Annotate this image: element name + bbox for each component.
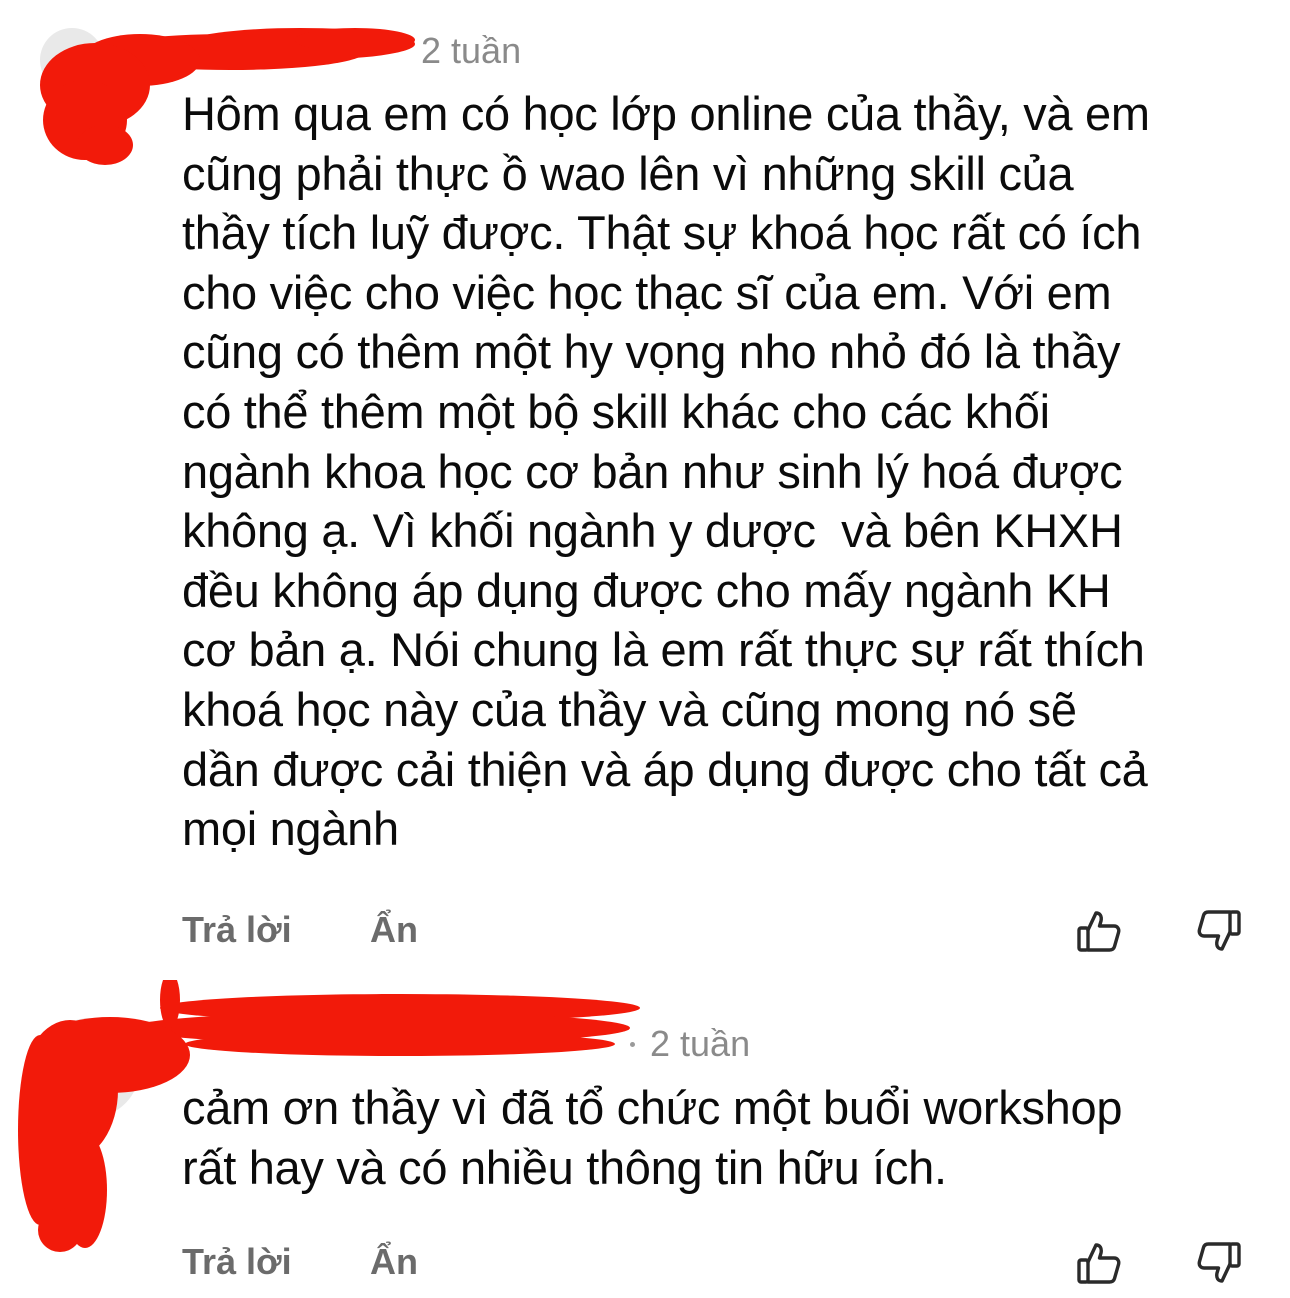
comment-actions: Trả lời Ẩn (0, 1237, 1290, 1287)
comment: 2 tuần Hôm qua em có học lớp online của … (0, 0, 1290, 980)
comment-text-line: cơ bản ạ. Nói chung là em rất thực sự rấ… (182, 623, 1145, 677)
dislike-button[interactable] (1195, 1239, 1243, 1287)
separator-dot (630, 1042, 635, 1047)
dislike-button[interactable] (1195, 907, 1243, 955)
like-button[interactable] (1075, 1239, 1123, 1287)
timestamp: 2 tuần (421, 30, 522, 71)
comment-text-line: cũng có thêm một hy vọng nho nhỏ đó là t… (182, 325, 1121, 379)
comment-text-line: thầy tích luỹ được. Thật sự khoá học rất… (182, 206, 1142, 260)
like-button[interactable] (1075, 907, 1123, 955)
comment-text-line: không ạ. Vì khối ngành y dược và bên KHX… (182, 504, 1123, 558)
thumbs-down-icon (1197, 1242, 1241, 1283)
comment-text-line: đều không áp dụng được cho mấy ngành KH (182, 563, 1111, 617)
comment-text-line: cũng phải thực ồ wao lên vì những skill … (182, 146, 1074, 200)
thumbs-up-icon (1077, 911, 1121, 952)
comment-text-line: mọi ngành (182, 802, 399, 856)
comment-text-line: dần được cải thiện và áp dụng được cho t… (182, 742, 1148, 796)
comment: 2 tuần cảm ơn thầy vì đã tổ chức một buổ… (0, 980, 1290, 1298)
reply-button[interactable]: Trả lời (182, 905, 292, 955)
comment-text-line: có thể thêm một bộ skill khác cho các kh… (182, 384, 1050, 438)
hide-button[interactable]: Ẩn (370, 1237, 418, 1287)
thumbs-up-icon (1077, 1243, 1121, 1284)
comment-text: Hôm qua em có học lớp online của thầy, v… (182, 84, 1262, 859)
comment-text-line: ngành khoa học cơ bản như sinh lý hoá đư… (182, 444, 1123, 498)
timestamp: 2 tuần (650, 1023, 751, 1064)
thumbs-down-icon (1197, 910, 1241, 951)
comment-text: cảm ơn thầy vì đã tổ chức một buổi works… (182, 1078, 1262, 1197)
comment-text-line: Hôm qua em có học lớp online của thầy, v… (182, 87, 1150, 140)
comment-actions: Trả lời Ẩn (0, 905, 1290, 955)
comment-text-line: cho việc cho việc học thạc sĩ của em. Vớ… (182, 265, 1112, 319)
avatar[interactable] (40, 28, 104, 92)
comments-page: 2 tuần Hôm qua em có học lớp online của … (0, 0, 1290, 1298)
comment-text-line: cảm ơn thầy vì đã tổ chức một buổi works… (182, 1081, 1123, 1134)
avatar[interactable] (40, 1018, 140, 1118)
hide-button[interactable]: Ẩn (370, 905, 418, 955)
comment-text-line: khoá học này của thầy và cũng mong nó sẽ (182, 682, 1077, 736)
reply-button[interactable]: Trả lời (182, 1237, 292, 1287)
comment-text-line: rất hay và có nhiều thông tin hữu ích. (182, 1140, 947, 1194)
